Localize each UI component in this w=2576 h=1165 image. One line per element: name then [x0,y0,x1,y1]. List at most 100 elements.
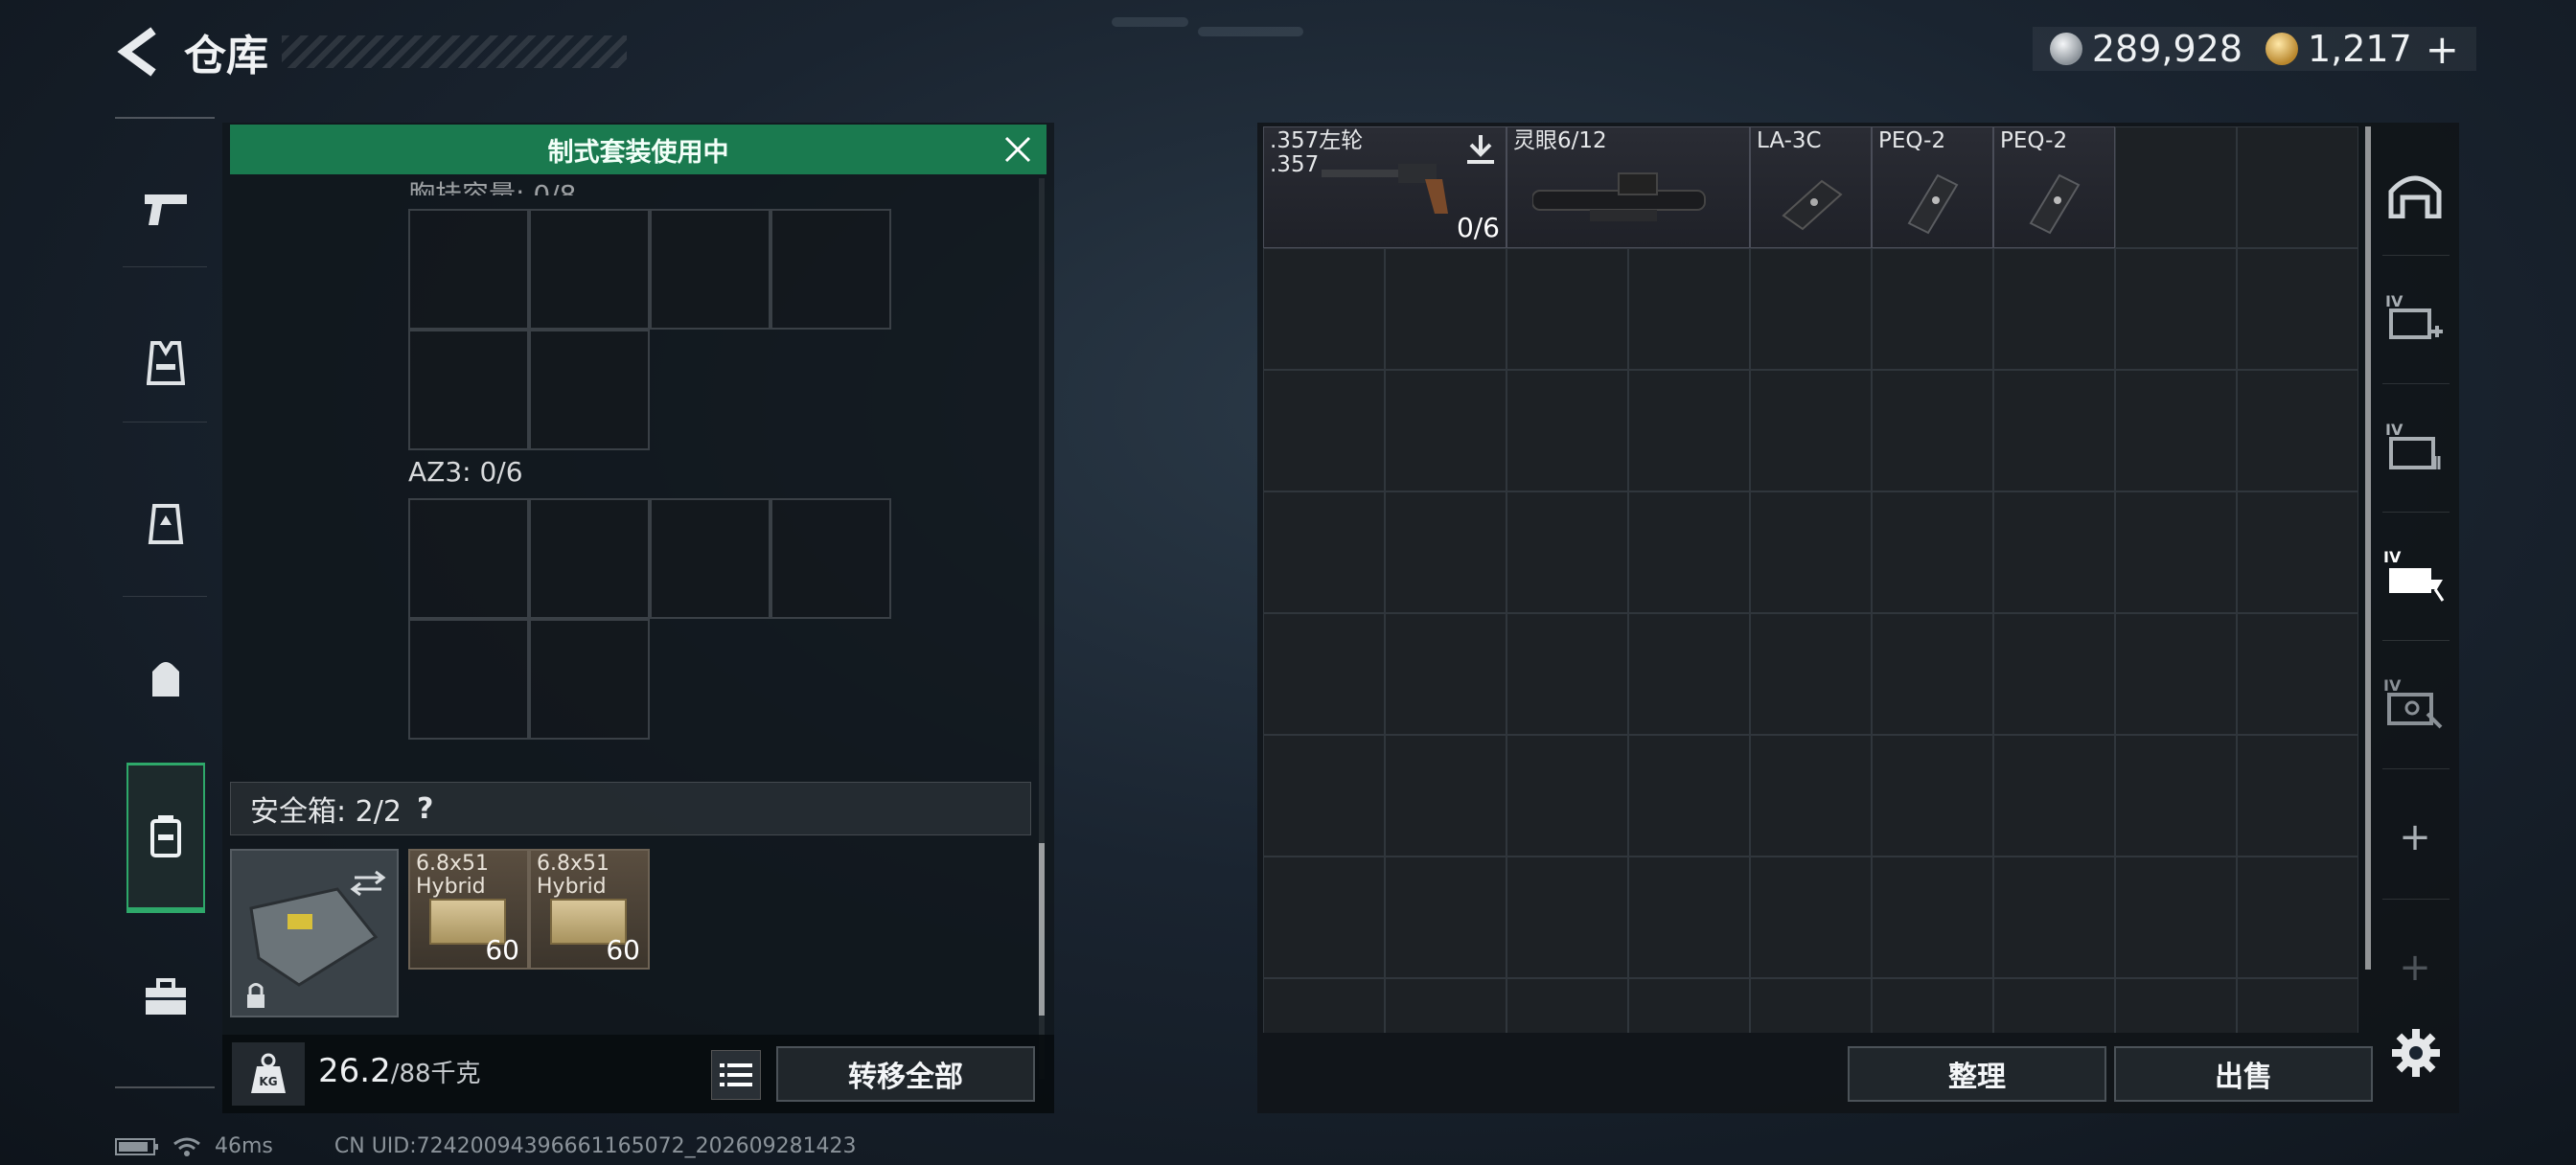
ammo-item[interactable]: 6.8x51 Hybrid 60 [408,849,529,970]
scroll-thumb[interactable] [1039,843,1045,1016]
storage-slot[interactable] [1263,857,1385,978]
storage-slot[interactable] [1993,857,2115,978]
nav-safe-box[interactable] [126,763,205,913]
storage-slot[interactable] [1263,735,1385,857]
storage-slot[interactable] [1993,735,2115,857]
nav-backpack[interactable] [123,636,209,722]
nav-armor[interactable] [123,320,209,406]
back-button[interactable] [115,25,163,79]
storage-slot[interactable] [1263,370,1385,491]
storage-slot[interactable] [1872,613,1993,735]
storage-slot[interactable] [1385,613,1506,735]
storage-slot[interactable] [2237,370,2358,491]
grid-slot[interactable] [529,330,650,450]
storage-slot[interactable] [1506,613,1628,735]
transfer-all-button[interactable]: 转移全部 [776,1046,1035,1102]
storage-slot[interactable] [1506,978,1628,1033]
storage-slot[interactable] [1628,491,1750,613]
storage-slot[interactable] [1993,370,2115,491]
grid-slot[interactable] [408,498,529,619]
grid-slot[interactable] [529,209,650,330]
storage-slot[interactable] [1263,978,1385,1033]
nav-toolbox[interactable] [123,954,209,1040]
storage-slot[interactable] [1750,491,1872,613]
storage-slot[interactable] [2115,613,2237,735]
sort-button[interactable]: 整理 [1848,1046,2106,1102]
grid-slot[interactable] [529,619,650,740]
storage-slot[interactable] [1385,370,1506,491]
tab-item-storage[interactable]: IV [2373,399,2457,494]
storage-slot[interactable] [1872,978,1993,1033]
storage-slot[interactable] [1506,857,1628,978]
storage-item-la3c[interactable]: LA-3C [1750,126,1872,248]
sell-button[interactable]: 出售 [2114,1046,2373,1102]
grid-slot[interactable] [408,619,529,740]
storage-slot[interactable] [2237,248,2358,370]
storage-slot[interactable] [1872,857,1993,978]
add-storage-button[interactable]: + [2373,789,2457,885]
storage-slot[interactable] [1993,978,2115,1033]
storage-item-peq2[interactable]: PEQ-2 [1993,126,2115,248]
storage-slot[interactable] [1506,491,1628,613]
storage-slot[interactable] [1385,857,1506,978]
grid-slot[interactable] [529,498,650,619]
storage-slot[interactable] [1506,370,1628,491]
grid-slot[interactable] [650,209,770,330]
storage-slot[interactable] [1263,491,1385,613]
storage-scrollbar[interactable] [2365,126,2371,970]
storage-slot[interactable] [1628,857,1750,978]
storage-slot[interactable] [1385,978,1506,1033]
storage-slot[interactable] [1385,248,1506,370]
list-view-button[interactable] [711,1050,761,1100]
storage-slot[interactable] [2115,370,2237,491]
safe-box-item[interactable] [230,849,399,1017]
grid-slot[interactable] [770,498,891,619]
storage-slot[interactable] [1628,978,1750,1033]
storage-slot[interactable] [1506,735,1628,857]
storage-slot[interactable] [1385,491,1506,613]
storage-slot[interactable] [1628,370,1750,491]
add-currency-button[interactable]: + [2426,26,2459,73]
storage-slot[interactable] [1750,857,1872,978]
nav-chest-rig[interactable] [123,481,209,567]
tab-weapon-storage[interactable]: IV [2373,527,2457,623]
help-button[interactable]: ? [417,792,433,826]
storage-slot[interactable] [1628,248,1750,370]
tab-warehouse[interactable] [2373,146,2457,241]
grid-slot[interactable] [770,209,891,330]
storage-slot[interactable] [1872,370,1993,491]
storage-slot[interactable] [1506,248,1628,370]
ammo-item[interactable]: 6.8x51 Hybrid 60 [529,849,650,970]
storage-slot[interactable] [2115,491,2237,613]
storage-slot[interactable] [2237,613,2358,735]
storage-slot[interactable] [1750,248,1872,370]
storage-slot[interactable] [1872,735,1993,857]
storage-slot[interactable] [2237,735,2358,857]
grid-slot[interactable] [408,209,529,330]
storage-slot[interactable] [1750,978,1872,1033]
storage-slot[interactable] [1872,491,1993,613]
storage-slot[interactable] [2115,126,2237,248]
storage-slot[interactable] [1385,735,1506,857]
storage-slot[interactable] [1993,248,2115,370]
storage-slot[interactable] [2115,857,2237,978]
storage-slot[interactable] [2115,978,2237,1033]
storage-slot[interactable] [2237,491,2358,613]
settings-gear-icon[interactable] [2390,1027,2442,1079]
close-icon[interactable] [1002,134,1033,165]
grid-slot[interactable] [650,498,770,619]
storage-slot[interactable] [2237,978,2358,1033]
storage-slot[interactable] [1263,613,1385,735]
storage-item-peq2[interactable]: PEQ-2 [1872,126,1993,248]
storage-slot[interactable] [1628,735,1750,857]
storage-slot[interactable] [1750,613,1872,735]
nav-weapon[interactable] [123,165,209,251]
storage-slot[interactable] [2237,857,2358,978]
tab-medical-storage[interactable]: IV [2373,270,2457,366]
storage-slot[interactable] [1993,491,2115,613]
storage-slot[interactable] [1750,735,1872,857]
storage-slot[interactable] [1750,370,1872,491]
storage-slot[interactable] [1872,248,1993,370]
storage-item-revolver[interactable]: .357左轮 .357 0/6 [1263,126,1506,248]
storage-slot[interactable] [2115,248,2237,370]
